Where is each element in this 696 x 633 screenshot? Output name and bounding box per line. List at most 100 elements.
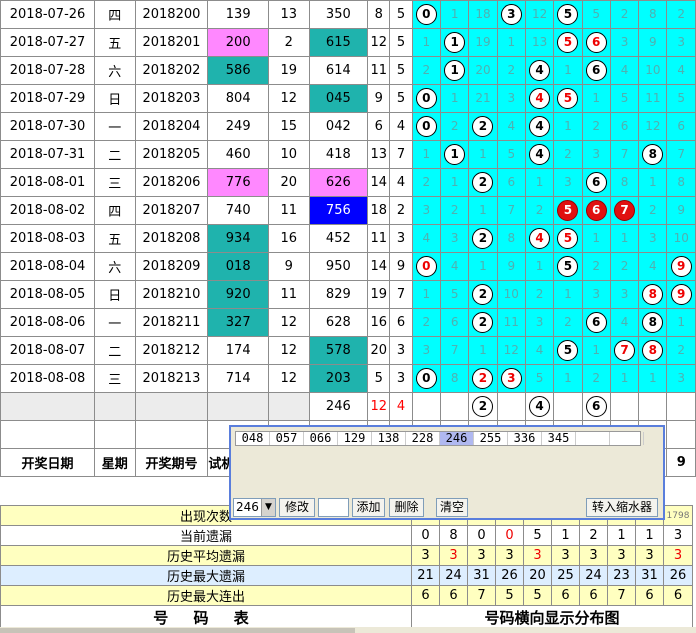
stats-value: 25 <box>551 565 580 586</box>
distribution-cell: 4 <box>524 84 555 113</box>
combination-item[interactable]: 336 <box>508 432 542 445</box>
test-sum: 12 <box>268 308 310 337</box>
miss-count: 2 <box>535 287 544 301</box>
draw-sum: 8 <box>367 0 391 29</box>
combination-item[interactable]: 057 <box>270 432 304 445</box>
horizontal-scrollbar[interactable] <box>0 627 696 633</box>
distribution-cell: 2 <box>666 336 696 365</box>
miss-count: 12 <box>645 119 661 133</box>
draw-date: 2018-07-26 <box>0 0 96 29</box>
table-row: 2018-08-05 日 2018210 920 11 829 19 7 1 5 2 10 2 1 3 3 8 9 <box>0 280 696 309</box>
draw-date: 2018-08-04 <box>0 252 96 281</box>
distribution-cell: 3 <box>496 84 526 113</box>
combination-item[interactable]: 255 <box>474 432 508 445</box>
combination-item[interactable]: 048 <box>236 432 270 445</box>
draw-sum: 20 <box>367 336 391 365</box>
stats-value: 31 <box>467 565 496 586</box>
miss-count: 6 <box>450 315 459 329</box>
test-sum: 9 <box>268 252 310 281</box>
distribution-cell: 4 <box>411 224 441 253</box>
title-left: 号 码 表 <box>0 605 412 630</box>
distribution-cell: 8 <box>666 168 696 197</box>
combination-item[interactable]: 246 <box>440 432 474 445</box>
combination-item[interactable]: 066 <box>304 432 338 445</box>
distribution-cell: 1 <box>581 336 611 365</box>
distribution-cell: 2 <box>609 0 640 29</box>
stats-value: 7 <box>467 585 496 606</box>
miss-count: 4 <box>535 343 544 357</box>
distribution-cell: 5 <box>666 84 696 113</box>
test-sum: 20 <box>268 168 310 197</box>
stats-value: 3 <box>411 545 440 566</box>
draw-date: 2018-08-06 <box>0 308 96 337</box>
distribution-cell: 3 <box>638 224 668 253</box>
distribution-cell: 2 <box>553 308 583 337</box>
clear-button[interactable]: 清空 <box>436 498 468 517</box>
table-row: 2018-08-07 二 2018212 174 12 578 20 3 3 7 1 12 4 5 1 7 8 2 <box>0 336 696 365</box>
draw-date: 2018-07-31 <box>0 140 96 169</box>
distribution-cell: 1 <box>439 0 470 29</box>
test-sum: 12 <box>268 84 310 113</box>
distribution-cell: 1 <box>638 364 668 393</box>
combination-item[interactable] <box>576 432 610 445</box>
distribution-cell: 1 <box>638 168 668 197</box>
combination-item[interactable] <box>610 432 644 445</box>
hit-ball: 0 <box>415 88 437 109</box>
distribution-cell: 8 <box>638 280 668 309</box>
distribution-cell: 0 <box>411 112 441 141</box>
draw-span: 3 <box>389 336 413 365</box>
chevron-down-icon[interactable]: ▼ <box>261 499 275 516</box>
convert-to-reducer-button[interactable]: 转入缩水器 <box>586 498 658 517</box>
combination-item[interactable]: 138 <box>372 432 406 445</box>
stats-row-maxmiss: 历史最大遗漏 21 24 31 26 20 25 24 23 31 26 <box>0 565 693 586</box>
weekday: 二 <box>94 140 136 169</box>
distribution-cell: 3 <box>524 308 555 337</box>
hit-ball: 5 <box>557 340 579 361</box>
combination-item[interactable]: 345 <box>542 432 576 445</box>
delete-button[interactable]: 删除 <box>389 498 424 517</box>
miss-count: 8 <box>677 175 686 189</box>
miss-count: 6 <box>620 119 629 133</box>
combination-item[interactable]: 228 <box>406 432 440 445</box>
distribution-cell: 5 <box>524 364 555 393</box>
modify-button[interactable]: 修改 <box>279 498 315 517</box>
stats-value: 8 <box>439 525 468 546</box>
miss-count: 1 <box>422 35 431 49</box>
distribution-cell: 1 <box>439 140 470 169</box>
stats-row-avg: 历史平均遗漏 3 3 3 3 3 3 3 3 3 3 <box>0 545 693 566</box>
combination-strip[interactable]: 048 057 066 129 138 228 246 255 336 345 <box>235 431 644 446</box>
distribution-cell: 2 <box>411 308 441 337</box>
test-sum: 13 <box>268 0 310 29</box>
stats-value: 3 <box>663 525 693 546</box>
stats-value: 3 <box>439 545 468 566</box>
stats-label: 历史最大遗漏 <box>0 565 412 586</box>
distribution-cell: 5 <box>581 0 611 29</box>
draw-sum: 14 <box>367 168 391 197</box>
distribution-cell <box>411 392 441 421</box>
table-row: 2018-07-27 五 2018201 200 2 615 12 5 1 1 19 1 13 5 6 3 9 3 <box>0 28 696 57</box>
hit-ball: 2 <box>472 172 494 193</box>
table-row: 2018-07-28 六 2018202 586 19 614 11 5 2 1 20 2 4 1 6 4 10… <box>0 56 696 85</box>
hit-ball: 8 <box>642 312 664 333</box>
add-button[interactable]: 添加 <box>352 498 385 517</box>
table-row: 2018-07-30 一 2018204 249 15 042 6 4 0 2 2 4 4 1 2 6 12 6 <box>0 112 696 141</box>
pending-row: 246 12 4 2 4 6 <box>0 392 696 421</box>
stats-value: 3 <box>607 545 636 566</box>
header-date: 开奖日期 <box>0 448 96 477</box>
hit-ball: 3 <box>500 368 522 389</box>
period-number: 2018200 <box>134 0 209 29</box>
appear-value: 1798 <box>663 505 693 526</box>
combination-combo[interactable]: 246 ▼ <box>233 498 276 517</box>
draw-sum: 9 <box>367 84 391 113</box>
draw-date: 2018-08-02 <box>0 196 96 225</box>
number-input[interactable] <box>318 498 349 517</box>
period-number: 2018212 <box>134 336 209 365</box>
draw-number: 626 <box>308 168 369 197</box>
test-number: 804 <box>207 84 270 113</box>
combination-item[interactable]: 129 <box>338 432 372 445</box>
distribution-cell: 2 <box>638 196 668 225</box>
distribution-cell: 4 <box>439 252 470 281</box>
weekday: 二 <box>94 336 136 365</box>
stats-row-maxrun: 历史最大连出 6 6 7 5 5 6 6 7 6 6 <box>0 585 693 606</box>
distribution-cell: 10 <box>666 224 696 253</box>
